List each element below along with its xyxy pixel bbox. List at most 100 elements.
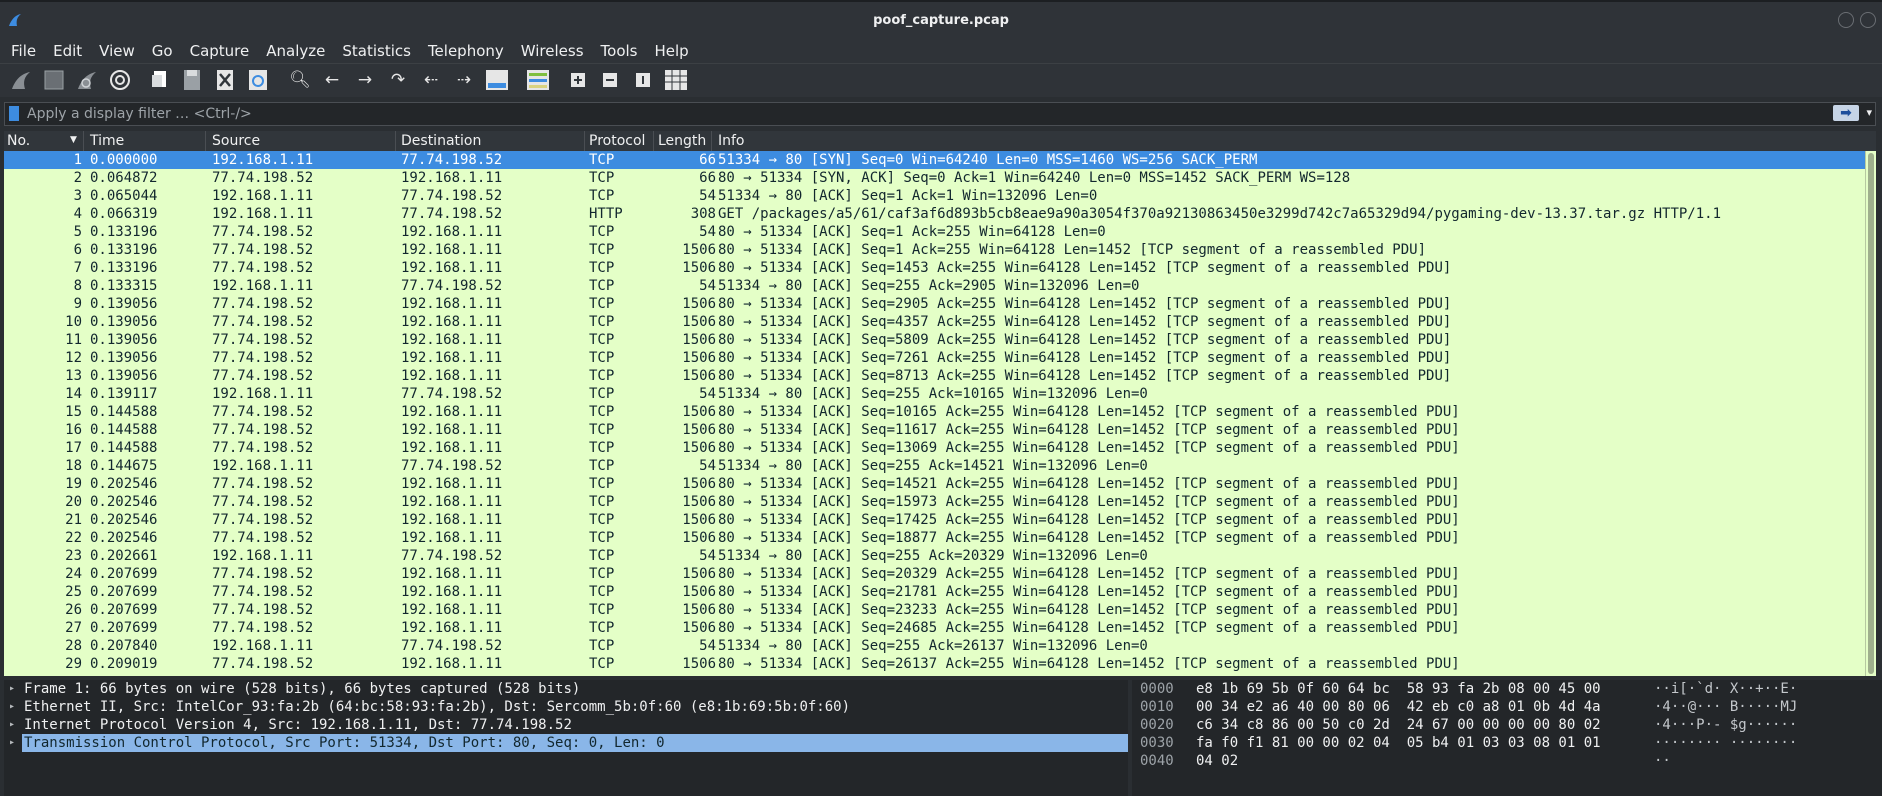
display-filter-input[interactable] bbox=[27, 104, 1807, 124]
zoom-out-icon[interactable] bbox=[598, 68, 622, 92]
menu-telephony[interactable]: Telephony bbox=[422, 42, 510, 60]
table-row[interactable]: 15 0.144588 77.74.198.52 192.168.1.11 TCP 150… bbox=[4, 403, 1865, 421]
column-destination[interactable]: Destination bbox=[401, 133, 481, 149]
chevron-down-icon[interactable]: ▾ bbox=[1866, 106, 1872, 119]
table-row[interactable]: 19 0.202546 77.74.198.52 192.168.1.11 TCP 150… bbox=[4, 475, 1865, 493]
scrollbar-thumb[interactable] bbox=[1868, 153, 1874, 674]
table-row[interactable]: 22 0.202546 77.74.198.52 192.168.1.11 TCP 150… bbox=[4, 529, 1865, 547]
shark-fin-start-icon[interactable] bbox=[9, 68, 33, 92]
normal-size-icon[interactable] bbox=[631, 68, 655, 92]
first-packet-icon[interactable]: ⇠ bbox=[419, 68, 443, 92]
column-source[interactable]: Source bbox=[212, 133, 260, 149]
menu-go[interactable]: Go bbox=[146, 42, 179, 60]
table-row[interactable]: 28 0.207840 192.168.1.11 77.74.198.52 TCP 54 5… bbox=[4, 637, 1865, 655]
bookmark-icon[interactable] bbox=[9, 106, 19, 121]
autoscroll-icon[interactable] bbox=[485, 68, 509, 92]
menu-wireless[interactable]: Wireless bbox=[515, 42, 590, 60]
detail-tree-item[interactable]: ▸ Transmission Control Protocol, Src Port… bbox=[9, 734, 1128, 752]
hex-ascii[interactable]: ··i[·`d· X··+··E· bbox=[1654, 680, 1797, 698]
menu-statistics[interactable]: Statistics bbox=[336, 42, 417, 60]
column-no[interactable]: No. bbox=[7, 133, 30, 149]
reload-file-icon[interactable] bbox=[246, 68, 270, 92]
column-time[interactable]: Time bbox=[90, 133, 124, 149]
menu-help[interactable]: Help bbox=[648, 42, 694, 60]
expand-arrow-icon[interactable]: ▸ bbox=[9, 680, 15, 698]
table-row[interactable]: 25 0.207699 77.74.198.52 192.168.1.11 TCP 150… bbox=[4, 583, 1865, 601]
expand-arrow-icon[interactable]: ▸ bbox=[9, 698, 15, 716]
open-file-icon[interactable] bbox=[148, 68, 172, 92]
stop-square-icon[interactable] bbox=[42, 68, 66, 92]
table-row[interactable]: 23 0.202661 192.168.1.11 77.74.198.52 TCP 54 5… bbox=[4, 547, 1865, 565]
menu-capture[interactable]: Capture bbox=[184, 42, 256, 60]
menu-edit[interactable]: Edit bbox=[47, 42, 88, 60]
expand-arrow-icon[interactable]: ▸ bbox=[9, 734, 15, 752]
menu-analyze[interactable]: Analyze bbox=[260, 42, 331, 60]
table-row[interactable]: 26 0.207699 77.74.198.52 192.168.1.11 TCP 150… bbox=[4, 601, 1865, 619]
forward-arrow-icon[interactable]: → bbox=[353, 68, 377, 92]
cell-info: 51334 → 80 [ACK] Seq=255 Ack=2905 Win=13… bbox=[718, 278, 1140, 294]
table-row[interactable]: 29 0.209019 77.74.198.52 192.168.1.11 TCP 150… bbox=[4, 655, 1865, 673]
table-row[interactable]: 24 0.207699 77.74.198.52 192.168.1.11 TCP 150… bbox=[4, 565, 1865, 583]
apply-filter-arrow-icon[interactable]: ➡ bbox=[1833, 105, 1859, 121]
table-row[interactable]: 21 0.202546 77.74.198.52 192.168.1.11 TCP 150… bbox=[4, 511, 1865, 529]
hex-ascii[interactable]: ········ ········ bbox=[1654, 734, 1797, 752]
minimize-button[interactable] bbox=[1838, 12, 1854, 28]
cell-time: 0.207699 bbox=[90, 602, 158, 618]
hex-hex[interactable]: e8 1b 69 5b 0f 60 64 bc 58 93 fa 2b 08 0… bbox=[1196, 680, 1601, 698]
cell-no: 15 bbox=[65, 404, 82, 420]
close-file-icon[interactable] bbox=[213, 68, 237, 92]
table-row[interactable]: 14 0.139117 192.168.1.11 77.74.198.52 TCP 54 5… bbox=[4, 385, 1865, 403]
hex-ascii[interactable]: ·· bbox=[1654, 752, 1671, 770]
hex-hex[interactable]: 04 02 bbox=[1196, 752, 1238, 770]
shark-fin-restart-icon[interactable] bbox=[75, 68, 99, 92]
table-row[interactable]: 13 0.139056 77.74.198.52 192.168.1.11 TCP 150… bbox=[4, 367, 1865, 385]
table-row[interactable]: 3 0.065044 192.168.1.11 77.74.198.52 TCP 54 51… bbox=[4, 187, 1865, 205]
table-row[interactable]: 1 0.000000 192.168.1.11 77.74.198.52 TCP 66 51… bbox=[4, 151, 1865, 169]
expand-arrow-icon[interactable]: ▸ bbox=[9, 716, 15, 734]
hex-ascii[interactable]: ·4···P·- $g······ bbox=[1654, 716, 1797, 734]
column-length[interactable]: Length bbox=[658, 133, 706, 149]
back-arrow-icon[interactable]: ← bbox=[320, 68, 344, 92]
hex-hex[interactable]: fa f0 f1 81 00 00 02 04 05 b4 01 03 03 0… bbox=[1196, 734, 1601, 752]
table-row[interactable]: 4 0.066319 192.168.1.11 77.74.198.52 HTTP 308… bbox=[4, 205, 1865, 223]
colorize-icon[interactable] bbox=[526, 68, 550, 92]
menu-file[interactable]: File bbox=[5, 42, 42, 60]
cell-no: 12 bbox=[65, 350, 82, 366]
cell-src: 77.74.198.52 bbox=[212, 584, 314, 600]
resize-columns-icon[interactable] bbox=[664, 68, 688, 92]
menu-view[interactable]: View bbox=[93, 42, 141, 60]
table-row[interactable]: 18 0.144675 192.168.1.11 77.74.198.52 TCP 54 5… bbox=[4, 457, 1865, 475]
column-protocol[interactable]: Protocol bbox=[589, 133, 645, 149]
detail-tree-item[interactable]: ▸ Internet Protocol Version 4, Src: 192.1… bbox=[4, 716, 1128, 734]
last-packet-icon[interactable]: ⇢ bbox=[452, 68, 476, 92]
packet-list-scrollbar[interactable] bbox=[1865, 151, 1876, 676]
save-file-icon[interactable] bbox=[180, 68, 204, 92]
table-row[interactable]: 8 0.133315 192.168.1.11 77.74.198.52 TCP 54 51… bbox=[4, 277, 1865, 295]
zoom-in-icon[interactable] bbox=[566, 68, 590, 92]
table-row[interactable]: 5 0.133196 77.74.198.52 192.168.1.11 TCP 54 80… bbox=[4, 223, 1865, 241]
detail-tree-item[interactable]: ▸ Ethernet II, Src: IntelCor_93:fa:2b (64… bbox=[4, 698, 1128, 716]
table-row[interactable]: 12 0.139056 77.74.198.52 192.168.1.11 TCP 150… bbox=[4, 349, 1865, 367]
detail-tree-item[interactable]: ▸ Frame 1: 66 bytes on wire (528 bits), 6… bbox=[4, 680, 1128, 698]
options-gear-icon[interactable] bbox=[108, 68, 132, 92]
hex-hex[interactable]: c6 34 c8 86 00 50 c0 2d 24 67 00 00 00 0… bbox=[1196, 716, 1601, 734]
search-icon[interactable]: 🔍︎ bbox=[288, 68, 312, 92]
close-window-button[interactable] bbox=[1860, 12, 1876, 28]
menu-tools[interactable]: Tools bbox=[595, 42, 644, 60]
table-row[interactable]: 16 0.144588 77.74.198.52 192.168.1.11 TCP 150… bbox=[4, 421, 1865, 439]
table-row[interactable]: 6 0.133196 77.74.198.52 192.168.1.11 TCP 1506… bbox=[4, 241, 1865, 259]
table-row[interactable]: 20 0.202546 77.74.198.52 192.168.1.11 TCP 150… bbox=[4, 493, 1865, 511]
hex-hex[interactable]: 00 34 e2 a6 40 00 80 06 42 eb c0 a8 01 0… bbox=[1196, 698, 1601, 716]
table-row[interactable]: 2 0.064872 77.74.198.52 192.168.1.11 TCP 66 80… bbox=[4, 169, 1865, 187]
table-row[interactable]: 7 0.133196 77.74.198.52 192.168.1.11 TCP 1506… bbox=[4, 259, 1865, 277]
goto-packet-icon[interactable]: ↷ bbox=[386, 68, 410, 92]
table-row[interactable]: 27 0.207699 77.74.198.52 192.168.1.11 TCP 150… bbox=[4, 619, 1865, 637]
table-row[interactable]: 17 0.144588 77.74.198.52 192.168.1.11 TCP 150… bbox=[4, 439, 1865, 457]
table-row[interactable]: 10 0.139056 77.74.198.52 192.168.1.11 TCP 150… bbox=[4, 313, 1865, 331]
column-info[interactable]: Info bbox=[718, 133, 745, 149]
cell-len: 1506 bbox=[682, 350, 716, 366]
cell-no: 20 bbox=[65, 494, 82, 510]
hex-ascii[interactable]: ·4··@··· B·····MJ bbox=[1654, 698, 1797, 716]
table-row[interactable]: 11 0.139056 77.74.198.52 192.168.1.11 TCP 150… bbox=[4, 331, 1865, 349]
table-row[interactable]: 9 0.139056 77.74.198.52 192.168.1.11 TCP 1506… bbox=[4, 295, 1865, 313]
